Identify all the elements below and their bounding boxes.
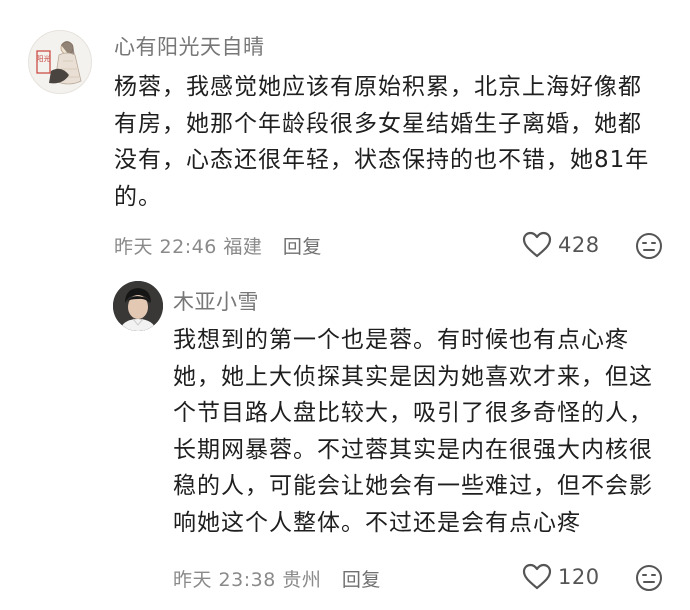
user-avatar-illustration-icon: 阳光	[29, 31, 91, 93]
comment-meta: 昨天 23:38 贵州 回复	[173, 565, 381, 592]
reply-button[interactable]: 回复	[283, 236, 322, 258]
username[interactable]: 心有阳光天自晴	[114, 31, 265, 61]
comment-text-line: 有房，她那个年龄段很多女星结婚生子离婚，她都	[114, 110, 642, 137]
comment-text-line: 个节目路人盘比较大，吸引了很多奇怪的人，	[173, 400, 653, 426]
comment-text-line: 没有，心态还很年轻，状态保持的也不错，她81年	[114, 147, 650, 173]
emoji-reaction-button[interactable]	[635, 564, 663, 592]
emoji-face-icon	[636, 233, 662, 259]
comment-text-line: 响她这个人整体。不过还是会有点心疼	[173, 509, 581, 536]
comment-text-line: 她，她上大侦探其实是因为她喜欢才来，但这	[173, 363, 653, 390]
heart-outline-icon	[522, 231, 552, 258]
heart-outline-icon	[522, 563, 552, 590]
comment-text-line: 的。	[114, 183, 162, 210]
like-count: 428	[558, 232, 600, 257]
avatar[interactable]	[113, 281, 163, 331]
timestamp: 昨天 22:46	[114, 236, 217, 258]
like-count: 120	[558, 564, 600, 589]
svg-text:阳光: 阳光	[37, 54, 51, 63]
comment-item: 阳光 心有阳光天自晴 杨蓉，我感觉她应该有原始积累，北京上海好像都 有房，她那个…	[0, 0, 690, 272]
comment-text-line: 我想到的第一个也是蓉。有时候也有点心疼	[173, 327, 629, 353]
comment-text: 我想到的第一个也是蓉。有时候也有点心疼 她，她上大侦探其实是因为她喜欢才来，但这…	[173, 322, 668, 541]
comment-text-line: 长期网暴蓉。不过蓉其实是内在很强大内核很	[173, 436, 653, 463]
like-button[interactable]: 428	[522, 231, 600, 258]
comment-meta: 昨天 22:46 福建 回复	[114, 232, 322, 259]
like-button[interactable]: 120	[522, 563, 600, 590]
location: 福建	[223, 236, 263, 258]
reply-comment-item: 木亚小雪 我想到的第一个也是蓉。有时候也有点心疼 她，她上大侦探其实是因为她喜欢…	[0, 272, 690, 610]
emoji-reaction-button[interactable]	[635, 232, 663, 260]
emoji-face-icon	[636, 565, 662, 591]
timestamp: 昨天 23:38	[173, 569, 276, 591]
username[interactable]: 木亚小雪	[173, 286, 259, 316]
avatar[interactable]: 阳光	[28, 30, 92, 94]
location: 贵州	[282, 569, 322, 591]
reply-button[interactable]: 回复	[342, 569, 381, 591]
comment-text-line: 杨蓉，我感觉她应该有原始积累，北京上海好像都	[114, 74, 642, 100]
comment-text: 杨蓉，我感觉她应该有原始积累，北京上海好像都 有房，她那个年龄段很多女星结婚生子…	[114, 69, 674, 215]
comment-text-line: 稳的人，可能会让她会有一些难过，但不会影	[173, 473, 653, 499]
user-avatar-photo-icon	[113, 281, 163, 331]
